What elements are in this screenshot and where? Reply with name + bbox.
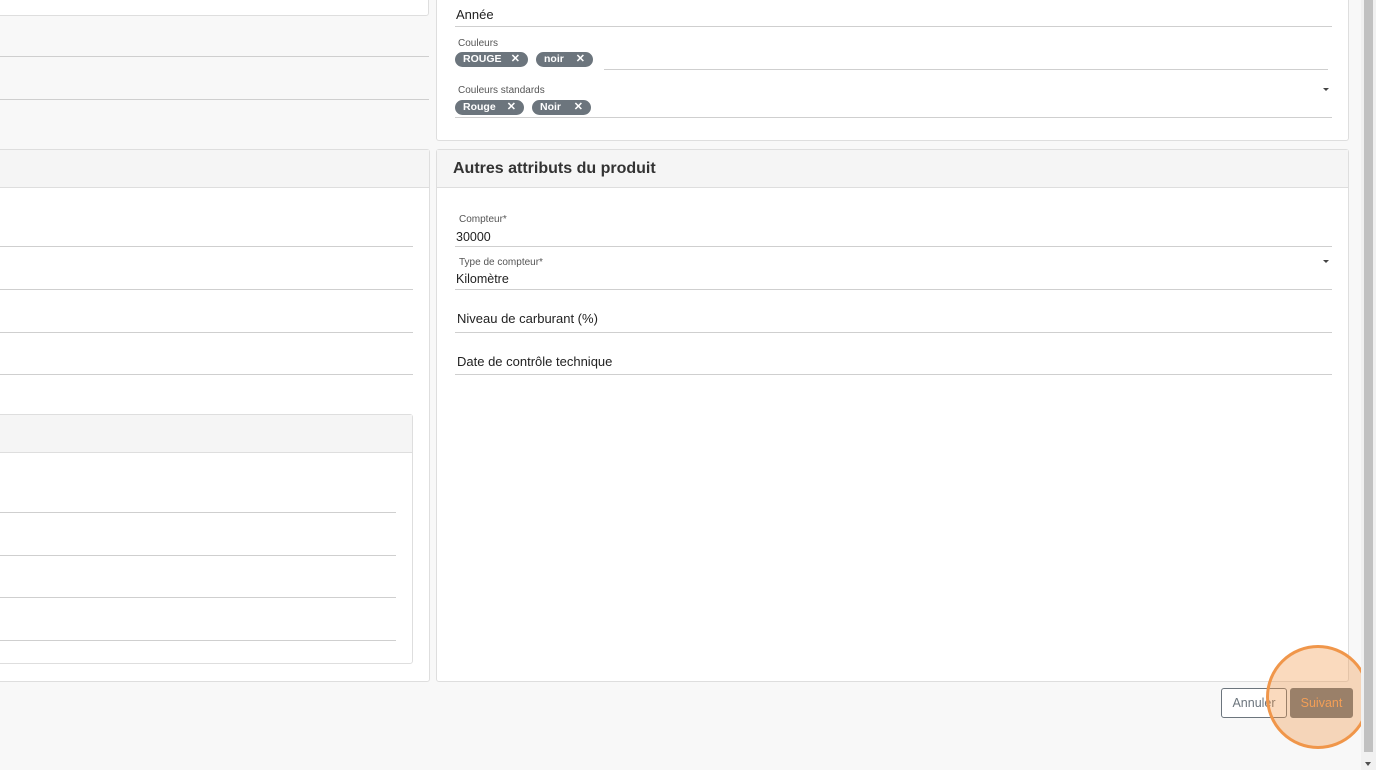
chip-remove-icon[interactable]: ✕: [576, 52, 585, 67]
chip-remove-icon[interactable]: ✕: [507, 100, 516, 115]
couleurs-field-label: Couleurs: [458, 38, 499, 49]
chip-couleur-rouge[interactable]: ROUGE ✕: [455, 52, 528, 67]
compteur-label: Compteur*: [459, 214, 507, 225]
autres-attributs-title: Autres attributs du produit: [453, 160, 656, 177]
autres-attributs-header: Autres attributs du produit: [437, 150, 1348, 188]
chip-remove-icon[interactable]: ✕: [574, 100, 583, 115]
left-top-input-box: [0, 0, 429, 16]
type-compteur-line[interactable]: [455, 289, 1332, 290]
compteur-input[interactable]: 30000: [456, 230, 491, 244]
date-controle-input[interactable]: Date de contrôle technique: [457, 354, 612, 369]
chip-label: Noir: [540, 101, 561, 113]
annee-field-line[interactable]: [455, 26, 1332, 27]
chip-couleur-noir[interactable]: noir ✕: [536, 52, 593, 67]
chip-standard-noir[interactable]: Noir ✕: [532, 100, 591, 115]
type-compteur-label: Type de compteur*: [459, 257, 543, 268]
compteur-line[interactable]: [455, 246, 1332, 247]
left-inner-card: [0, 414, 413, 664]
annuler-button[interactable]: Annuler: [1221, 688, 1287, 718]
niveau-carburant-input[interactable]: Niveau de carburant (%): [457, 311, 598, 326]
autres-attributs-card: Autres attributs du produit: [436, 149, 1349, 682]
left-field-line-1: [0, 56, 429, 57]
chip-label: noir: [544, 53, 564, 65]
scrollbar-thumb[interactable]: [1364, 0, 1373, 752]
left-top-card: [0, 0, 430, 146]
couleurs-standards-caret-icon[interactable]: [1323, 88, 1329, 91]
type-compteur-select[interactable]: Kilomètre: [456, 272, 509, 286]
chip-label: ROUGE: [463, 53, 502, 65]
suivant-button[interactable]: Suivant: [1290, 688, 1353, 718]
date-controle-line[interactable]: [455, 374, 1332, 375]
left-inner-line-2[interactable]: [0, 555, 396, 556]
page-scrollbar[interactable]: [1361, 0, 1376, 770]
left-field-line-2: [0, 99, 429, 100]
couleurs-input-line[interactable]: [604, 69, 1328, 70]
couleurs-standards-label: Couleurs standards: [458, 85, 545, 96]
couleurs-standards-line[interactable]: [455, 117, 1332, 118]
left-field-line-5[interactable]: [0, 332, 413, 333]
left-middle-card-header: [0, 150, 429, 188]
annee-field-label[interactable]: Année: [456, 7, 494, 22]
scroll-down-arrow-icon[interactable]: [1365, 762, 1371, 766]
left-inner-line-1[interactable]: [0, 512, 396, 513]
chip-standard-rouge[interactable]: Rouge ✕: [455, 100, 524, 115]
vehicle-attributes-card: [436, 0, 1349, 141]
chip-label: Rouge: [463, 101, 496, 113]
left-field-line-4[interactable]: [0, 289, 413, 290]
left-field-line-6[interactable]: [0, 374, 413, 375]
type-compteur-caret-icon[interactable]: [1323, 260, 1329, 263]
left-inner-line-3[interactable]: [0, 597, 396, 598]
niveau-carburant-line[interactable]: [455, 332, 1332, 333]
left-inner-card-header: [0, 415, 412, 453]
left-field-line-3[interactable]: [0, 246, 413, 247]
chip-remove-icon[interactable]: ✕: [511, 52, 520, 67]
left-inner-line-4[interactable]: [0, 640, 396, 641]
